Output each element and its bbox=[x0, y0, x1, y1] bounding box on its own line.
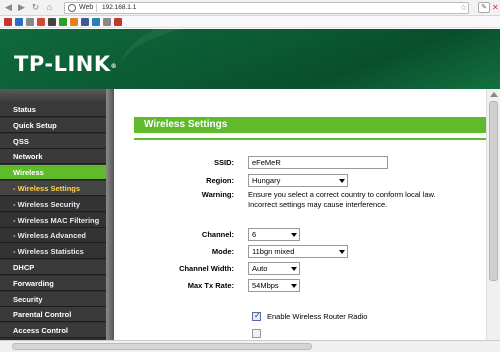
sidebar-item-wireless[interactable]: Wireless bbox=[0, 165, 106, 181]
sidebar-item-parental-control[interactable]: Parental Control bbox=[0, 307, 106, 323]
sidebar-item-network[interactable]: Network bbox=[0, 149, 106, 165]
chevron-down-icon bbox=[339, 179, 345, 183]
chevron-down-icon bbox=[291, 284, 297, 288]
forward-icon[interactable]: ▶ bbox=[16, 2, 27, 13]
enable-radio-checkbox[interactable]: ✓ bbox=[252, 311, 261, 321]
page-title: Wireless Settings bbox=[134, 117, 490, 133]
registered-mark: ® bbox=[110, 63, 118, 70]
chevron-down-icon bbox=[291, 233, 297, 237]
sidebar-item-dhcp[interactable]: DHCP bbox=[0, 260, 106, 275]
url-text[interactable]: 192.168.1.1 bbox=[102, 3, 136, 13]
warning-label: Warning: bbox=[201, 190, 234, 199]
channel-width-label: Channel Width: bbox=[179, 264, 234, 273]
bookmark-icon[interactable] bbox=[48, 18, 56, 26]
close-icon[interactable]: ✕ bbox=[492, 2, 499, 13]
region-label: Region: bbox=[206, 176, 234, 185]
globe-icon bbox=[68, 4, 76, 12]
sidebar-item-wireless-advanced[interactable]: - Wireless Advanced bbox=[0, 228, 106, 244]
wrench-icon[interactable]: ✎ bbox=[478, 2, 490, 13]
ssid-input[interactable]: eFeMeR bbox=[248, 156, 388, 169]
sidebar-item-access-control[interactable]: Access Control bbox=[0, 323, 106, 339]
bookmark-icon[interactable] bbox=[92, 18, 100, 26]
channel-width-select[interactable]: Auto bbox=[248, 262, 300, 275]
bookmark-icon[interactable] bbox=[37, 18, 45, 26]
mode-select[interactable]: 11bgn mixed bbox=[248, 245, 348, 258]
bookmark-star-icon[interactable]: ☆ bbox=[460, 3, 467, 12]
max-tx-rate-select[interactable]: 54Mbps bbox=[248, 279, 300, 292]
channel-value: 6 bbox=[252, 230, 257, 239]
reload-icon[interactable]: ↻ bbox=[30, 2, 41, 13]
max-tx-rate-label: Max Tx Rate: bbox=[187, 281, 234, 290]
chevron-down-icon bbox=[291, 267, 297, 271]
bookmark-icon[interactable] bbox=[81, 18, 89, 26]
scroll-thumb[interactable] bbox=[489, 101, 498, 281]
banner-swoosh bbox=[120, 29, 500, 89]
sidebar-item-security[interactable]: Security bbox=[0, 291, 106, 307]
bookmark-icon[interactable] bbox=[59, 18, 67, 26]
sidebar-item-wireless-security[interactable]: - Wireless Security bbox=[0, 196, 106, 212]
warning-line-1: Ensure you select a correct country to c… bbox=[248, 190, 436, 199]
bookmark-icon[interactable] bbox=[4, 18, 12, 26]
sidebar-item-status[interactable]: Status bbox=[0, 102, 106, 117]
horizontal-scrollbar[interactable] bbox=[0, 340, 500, 352]
bookmark-icon[interactable] bbox=[114, 18, 122, 26]
sidebar-item-quick-setup[interactable]: Quick Setup bbox=[0, 117, 106, 133]
logo-text: TP-LINK bbox=[14, 52, 111, 76]
channel-label: Channel: bbox=[201, 230, 234, 239]
vertical-scrollbar[interactable] bbox=[486, 89, 500, 340]
checkmark-icon: ✓ bbox=[254, 311, 261, 320]
partial-checkbox[interactable] bbox=[252, 329, 261, 338]
bookmark-icon[interactable] bbox=[15, 18, 23, 26]
warning-line-2: Incorrect settings may cause interferenc… bbox=[248, 200, 388, 209]
sidebar-item-wireless-settings[interactable]: - Wireless Settings bbox=[0, 181, 106, 196]
sidebar-header-bar bbox=[0, 89, 112, 102]
region-select[interactable]: Hungary bbox=[248, 174, 348, 187]
separator bbox=[96, 4, 97, 12]
address-bar[interactable]: Web 192.168.1.1 bbox=[64, 2, 469, 14]
max-tx-rate-value: 54Mbps bbox=[252, 281, 279, 290]
bookmark-icon[interactable] bbox=[26, 18, 34, 26]
chevron-down-icon bbox=[339, 250, 345, 254]
enable-radio-label: Enable Wireless Router Radio bbox=[267, 312, 368, 321]
mode-value: 11bgn mixed bbox=[252, 247, 295, 256]
sidebar-item-wireless-statistics[interactable]: - Wireless Statistics bbox=[0, 244, 106, 260]
main-content: Wireless Settings SSID: eFeMeR Region: H… bbox=[114, 89, 490, 340]
bookmark-icon[interactable] bbox=[103, 18, 111, 26]
region-value: Hungary bbox=[252, 176, 281, 185]
channel-width-value: Auto bbox=[252, 264, 268, 273]
sidebar-item-wireless-mac-filtering[interactable]: - Wireless MAC Filtering bbox=[0, 212, 106, 228]
title-divider bbox=[134, 138, 490, 140]
scheme-label: Web bbox=[79, 4, 94, 11]
bookmark-icon[interactable] bbox=[70, 18, 78, 26]
tp-link-logo: TP-LINK® bbox=[14, 52, 117, 76]
ssid-label: SSID: bbox=[213, 158, 234, 167]
sidebar-divider bbox=[106, 89, 114, 340]
sidebar-item-forwarding[interactable]: Forwarding bbox=[0, 275, 106, 291]
scroll-up-icon[interactable] bbox=[490, 92, 498, 97]
mode-label: Mode: bbox=[211, 247, 234, 256]
sidebar-item-qss[interactable]: QSS bbox=[0, 133, 106, 149]
bookmarks-bar bbox=[0, 16, 500, 28]
horizontal-scroll-thumb[interactable] bbox=[12, 343, 312, 350]
channel-select[interactable]: 6 bbox=[248, 228, 300, 241]
browser-toolbar: ◀ ▶ ↻ ⌂ Web 192.168.1.1 ☆ ✎ ✕ bbox=[0, 0, 500, 16]
back-icon[interactable]: ◀ bbox=[3, 2, 14, 13]
home-icon[interactable]: ⌂ bbox=[44, 2, 55, 13]
sidebar-menu: Status Quick Setup QSS Network Wireless - Wir… bbox=[0, 102, 106, 340]
